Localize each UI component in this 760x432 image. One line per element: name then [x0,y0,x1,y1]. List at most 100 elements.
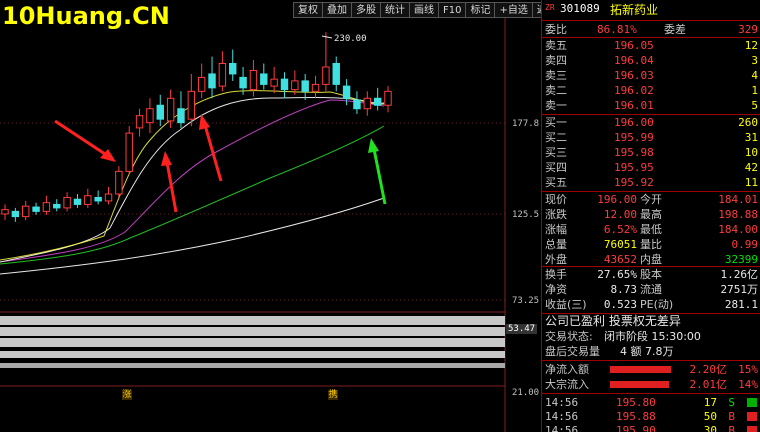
field-label: 股本 [640,268,662,281]
tick-time: 14:56 [545,424,579,432]
candle-body[interactable] [146,108,154,124]
bid-row[interactable]: 买五 195.92 11 [542,175,760,190]
toolbar-draw-line-button[interactable]: 画线 [409,2,439,18]
candle-body[interactable] [373,97,382,106]
candle-body[interactable] [94,196,102,202]
stats-row: 收益(三) 0.523 PE(动) 281.1 [542,297,760,312]
candle-body[interactable] [270,78,278,87]
ask-row[interactable]: 卖一 196.01 5 [542,98,760,113]
bid-row[interactable]: 买四 195.95 42 [542,160,760,175]
indicator-band-4 [0,351,505,358]
order-price: 196.05 [614,39,654,52]
after-hours-value: 4 额 7.8万 [620,345,674,358]
order-level-label: 卖五 [545,39,567,52]
candle-body[interactable] [218,62,227,87]
candle-body[interactable] [280,78,289,91]
candle-body[interactable] [104,193,113,202]
candle-body[interactable] [249,69,258,91]
field-label: 今开 [640,193,662,206]
candle-body[interactable] [187,90,196,120]
field-label: 涨跌 [545,208,567,221]
ask-row[interactable]: 卖二 196.02 1 [542,83,760,98]
candle-body[interactable] [311,83,320,92]
indicator-axis-value: 53.47 [506,324,538,334]
candle-body[interactable] [125,132,133,172]
bid-row[interactable]: 买一 196.00 260 [542,115,760,130]
toolbar-f10-button[interactable]: F10 [438,2,467,18]
fund-flow-value: 2.20亿 [689,363,728,376]
after-hours-row: 盘后交易量 4 额 7.8万 [542,344,760,359]
candle-body[interactable] [84,195,92,205]
field-label: 收益(三) [545,298,587,311]
bid-row[interactable]: 买二 195.99 31 [542,130,760,145]
order-price: 196.03 [614,69,654,82]
toolbar-mark-button[interactable]: 标记 [465,2,496,18]
toolbar-multi-stock-button[interactable]: 多股 [351,2,381,18]
candle-body[interactable] [32,206,40,212]
candle-body[interactable] [53,203,61,209]
candle-body[interactable] [73,198,82,205]
red-arrow-3 [199,114,223,182]
candle-body[interactable] [301,80,309,92]
order-volume: 4 [751,69,758,82]
order-price: 195.98 [614,146,654,159]
candle-body[interactable] [21,205,30,218]
candle-body[interactable] [197,76,206,92]
candle-body[interactable] [260,73,268,85]
candle-body[interactable] [42,202,51,212]
fund-flow-value: 2.01亿 [689,378,728,391]
weibi-value: 86.81% [597,23,637,36]
field-value: 184.00 [718,223,758,236]
toolbar-fuquan-button[interactable]: 复权 [293,2,323,18]
toolbar-stats-button[interactable]: 统计 [380,2,410,18]
tick-marker-icon [747,426,757,432]
candle-body[interactable] [342,85,351,99]
candle-body[interactable] [363,97,372,110]
toolbar-overlay-button[interactable]: 叠加 [322,2,352,18]
order-volume: 10 [744,146,758,159]
candle-body[interactable] [322,66,330,85]
stock-code: 301089 [560,2,600,15]
event-tag[interactable]: 携 [328,390,338,400]
event-tag[interactable]: 涨 [122,390,132,400]
candle-body[interactable] [291,80,299,91]
candle-body[interactable] [63,196,71,209]
candle-body[interactable] [332,62,340,85]
candle-body[interactable] [135,115,144,129]
candle-body[interactable] [177,108,185,124]
candle-body[interactable] [166,97,175,122]
bid-row[interactable]: 买三 195.98 10 [542,145,760,160]
quote-panel: ZR 301089 拓新药业 委比 86.81% 委差 329 卖五 196.05… [541,0,760,432]
field-value: 2751万 [720,283,759,296]
indicator-band-3 [0,338,505,347]
order-price: 195.99 [614,131,654,144]
candle-body[interactable] [156,104,164,120]
field-value: 6.52% [603,223,637,236]
candle-body[interactable] [208,73,216,89]
tick-volume: 17 [703,396,717,409]
toolbar-add-watchlist-button[interactable]: +自选 [494,2,533,18]
trade-status-row: 交易状态: 闭市阶段 15:30:00 [542,329,760,344]
order-level-label: 买三 [545,146,567,159]
candle-body[interactable] [115,170,123,195]
candle-body[interactable] [1,209,9,215]
tick-time: 14:56 [545,410,579,423]
ask-row[interactable]: 卖四 196.04 3 [542,53,760,68]
candle-body[interactable] [11,210,20,218]
ask-row[interactable]: 卖五 196.05 12 [542,38,760,53]
ask-row[interactable]: 卖三 196.03 4 [542,68,760,83]
candle-body[interactable] [384,90,392,106]
order-volume: 11 [744,176,758,189]
stats-row: 换手 27.65% 股本 1.26亿 [542,267,760,282]
field-value: 0.523 [603,298,637,311]
stock-name: 拓新药业 [610,3,659,17]
field-value: 198.88 [718,208,758,221]
candle-body[interactable] [229,62,237,75]
candle-body[interactable] [239,76,247,89]
red-arrow-1 [54,119,116,162]
company-info-text: 公司已盈利 投票权无差异 [545,314,681,328]
kline-chart-area[interactable]: 230.00 10Huang.CN 复权 叠加 多股 统计 画线 F10 标记 … [0,0,562,432]
candle-body[interactable] [353,99,361,110]
trade-status-value: 闭市阶段 15:30:00 [604,330,701,343]
order-level-label: 卖四 [545,54,567,67]
